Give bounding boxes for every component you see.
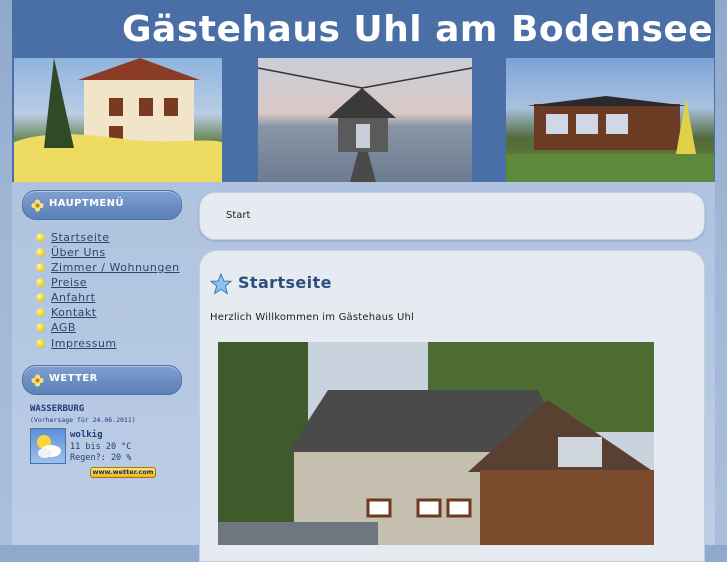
header-photo-strip bbox=[12, 58, 715, 182]
weather-city: WASSERBURG bbox=[30, 404, 85, 414]
house-photo bbox=[14, 58, 222, 182]
weather-condition: wolkig bbox=[70, 430, 103, 440]
partly-cloudy-icon bbox=[30, 428, 66, 464]
guesthouse-photo bbox=[218, 342, 654, 545]
weather-rain: Regen?: 20 % bbox=[70, 453, 132, 463]
weather-temperature: 11 bis 20 °C bbox=[70, 442, 132, 452]
pier-photo bbox=[258, 58, 472, 182]
weather-forecast-date: (Vorhersage für 24.06.2011) bbox=[30, 416, 136, 424]
weather-header: WETTER bbox=[22, 365, 182, 395]
menu-link[interactable]: Startseite bbox=[51, 231, 110, 244]
main-menu-title: HAUPTMENÜ bbox=[49, 198, 124, 209]
menu-link[interactable]: AGB bbox=[51, 321, 76, 334]
star-icon bbox=[209, 272, 233, 299]
menu-item-anfahrt[interactable]: Anfahrt bbox=[36, 290, 95, 305]
cabin-photo bbox=[506, 58, 714, 182]
bullet-icon bbox=[36, 278, 45, 287]
page-title: Startseite bbox=[238, 273, 332, 292]
menu-item-kontakt[interactable]: Kontakt bbox=[36, 305, 97, 320]
bullet-icon bbox=[36, 263, 45, 272]
bullet-icon bbox=[36, 233, 45, 242]
menu-item-preise[interactable]: Preise bbox=[36, 275, 87, 290]
breadcrumb-current: Start bbox=[226, 210, 251, 221]
menu-link[interactable]: Anfahrt bbox=[51, 291, 95, 304]
menu-item-impressum[interactable]: Impressum bbox=[36, 336, 117, 351]
menu-item-agb[interactable]: AGB bbox=[36, 320, 76, 335]
menu-link[interactable]: Impressum bbox=[51, 337, 117, 350]
menu-item-startseite[interactable]: Startseite bbox=[36, 230, 110, 245]
main-menu: Startseite Über Uns Zimmer / Wohnungen P… bbox=[22, 222, 182, 360]
site-title: Gästehaus Uhl am Bodensee bbox=[122, 9, 714, 50]
site-header: Gästehaus Uhl am Bodensee bbox=[12, 0, 715, 58]
menu-item-ueber-uns[interactable]: Über Uns bbox=[36, 245, 106, 260]
menu-item-zimmer[interactable]: Zimmer / Wohnungen bbox=[36, 260, 180, 275]
bullet-icon bbox=[36, 323, 45, 332]
bullet-icon bbox=[36, 248, 45, 257]
welcome-text: Herzlich Willkommen im Gästehaus Uhl bbox=[210, 312, 414, 323]
main-menu-header: HAUPTMENÜ bbox=[22, 190, 182, 220]
wetter-com-logo[interactable]: www.wetter.com bbox=[90, 467, 156, 478]
flower-icon bbox=[31, 197, 44, 216]
flower-icon bbox=[31, 372, 44, 391]
weather-widget: WASSERBURG (Vorhersage für 24.06.2011) w… bbox=[30, 404, 170, 484]
menu-link[interactable]: Über Uns bbox=[51, 246, 106, 259]
weather-title: WETTER bbox=[49, 373, 98, 384]
bullet-icon bbox=[36, 293, 45, 302]
menu-link[interactable]: Preise bbox=[51, 276, 87, 289]
menu-link[interactable]: Zimmer / Wohnungen bbox=[51, 261, 180, 274]
menu-link[interactable]: Kontakt bbox=[51, 306, 97, 319]
breadcrumb: Start bbox=[199, 192, 705, 240]
bullet-icon bbox=[36, 308, 45, 317]
bullet-icon bbox=[36, 339, 45, 348]
